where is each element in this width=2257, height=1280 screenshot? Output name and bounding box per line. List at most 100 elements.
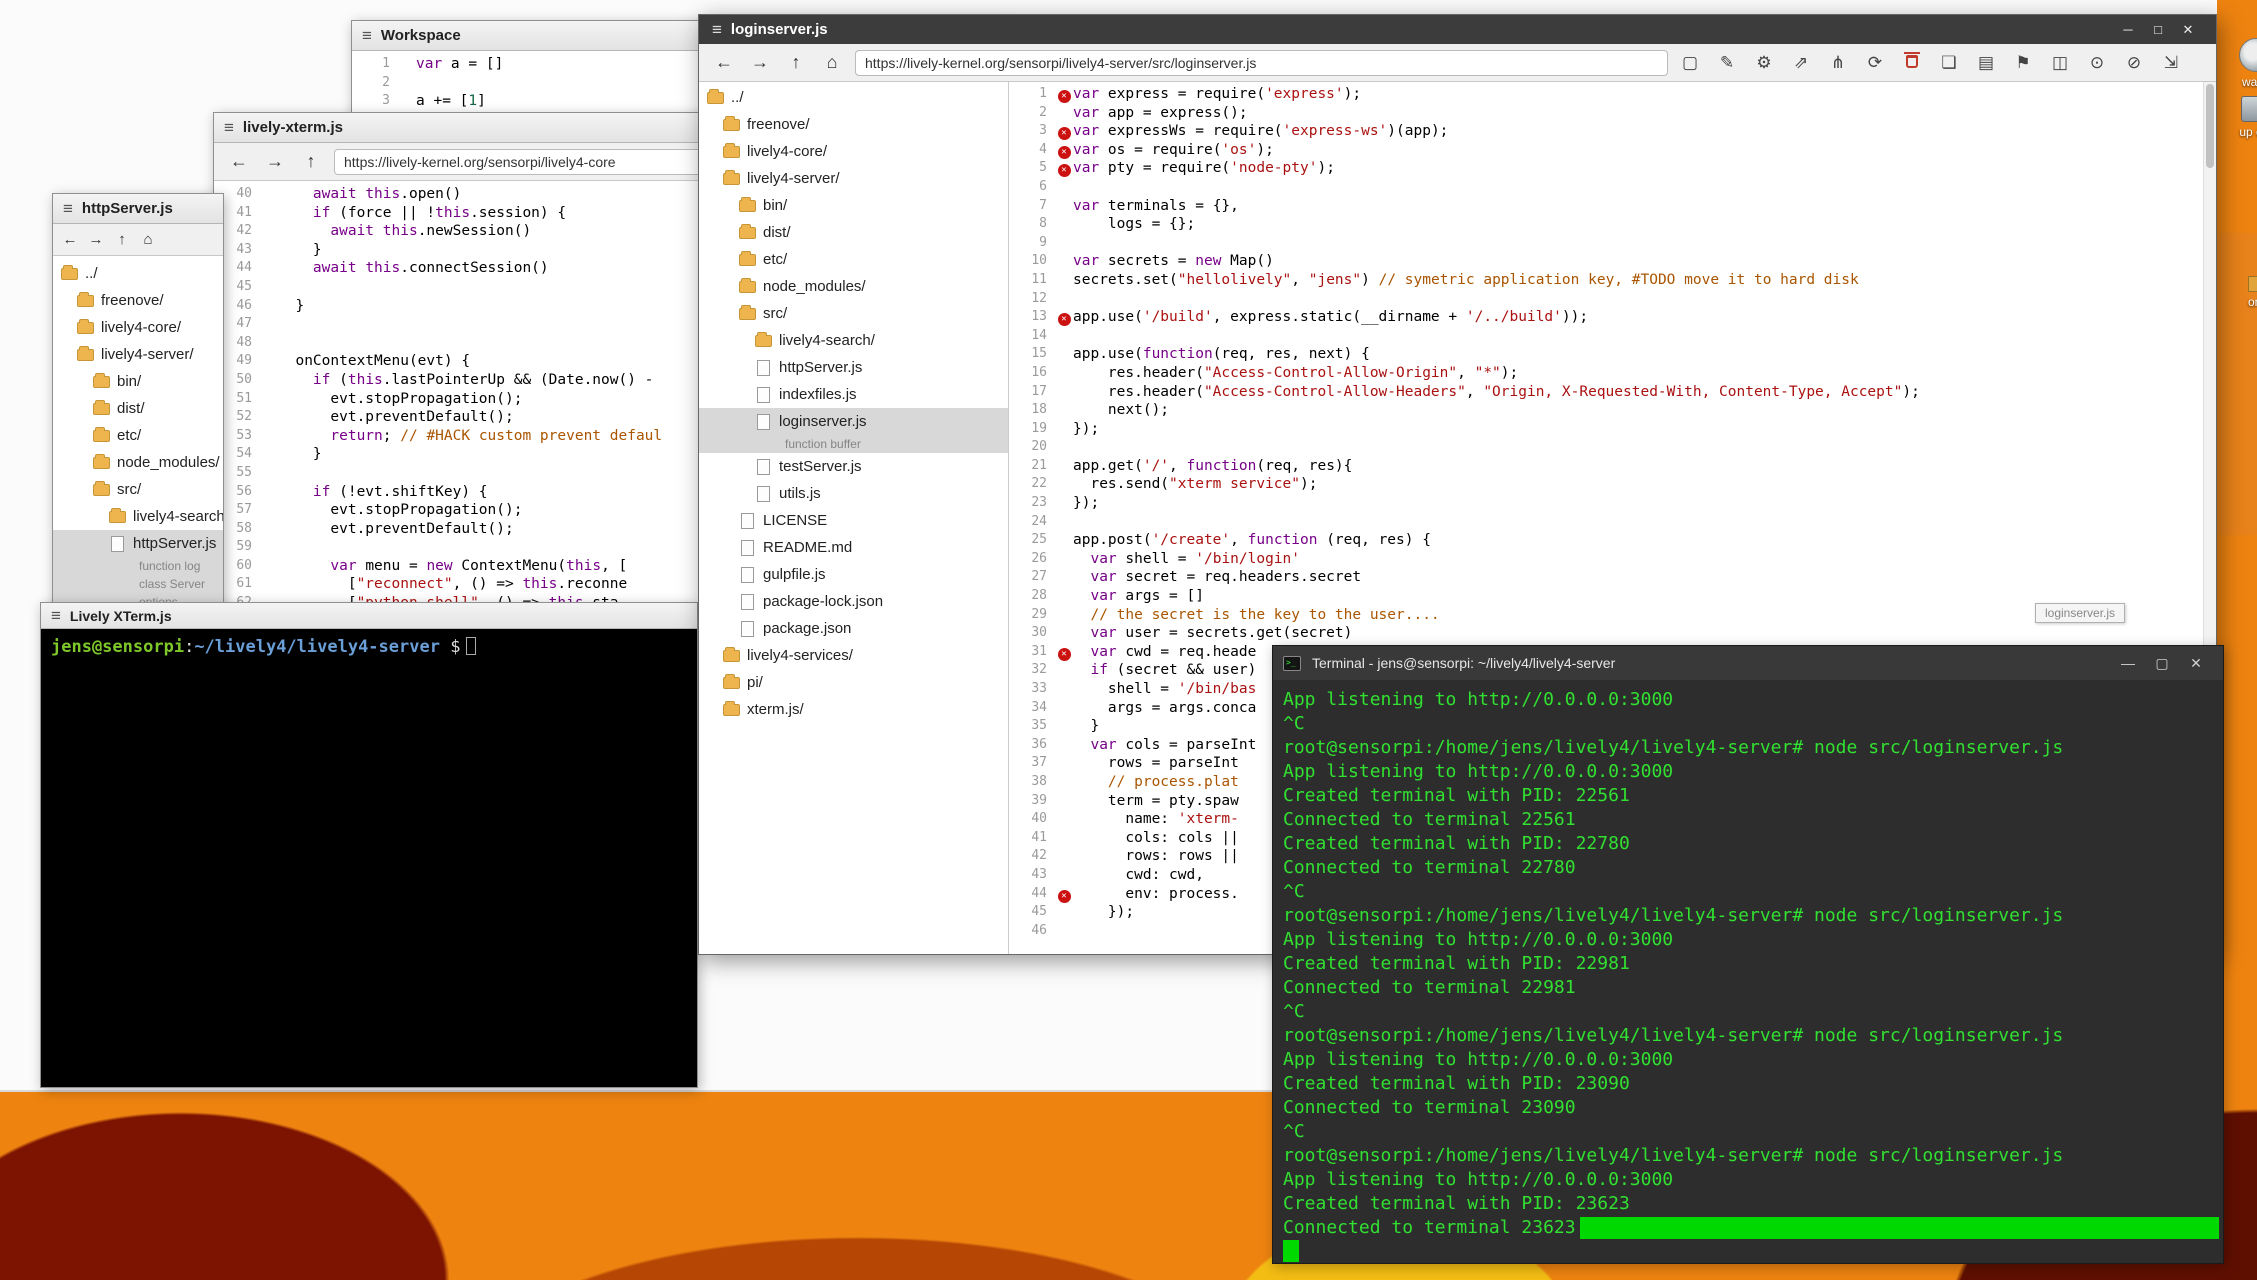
fullscreen-icon[interactable]: ⇲ — [2159, 53, 2183, 73]
tree-item[interactable]: indexfiles.js — [699, 381, 1008, 408]
terminal-titlebar[interactable]: Terminal - jens@sensorpi: ~/lively4/live… — [1273, 646, 2223, 680]
tree-item[interactable]: httpServer.js — [699, 354, 1008, 381]
tree-item[interactable]: lively4-core/ — [699, 138, 1008, 165]
flag-icon[interactable]: ⚑ — [2011, 53, 2035, 73]
tree-item[interactable]: lively4-server/ — [699, 165, 1008, 192]
menu-icon[interactable]: ≡ — [224, 118, 234, 138]
desktop-icon[interactable]: ong — [2226, 276, 2257, 309]
new-file-icon[interactable]: ❏ — [1937, 53, 1961, 73]
up-button[interactable]: ↑ — [298, 151, 324, 172]
open-external-icon[interactable]: ⇗ — [1789, 53, 1813, 73]
code-line[interactable]: 6 — [1009, 178, 2216, 197]
code-line[interactable]: 20 — [1009, 438, 2216, 457]
maximize-button[interactable]: □ — [2143, 22, 2173, 38]
code-line[interactable]: 5✕var pty = require('node-pty'); — [1009, 159, 2216, 178]
code-line[interactable]: 11secrets.set("hellolively", "jens") // … — [1009, 271, 2216, 290]
tree-item[interactable]: httpServer.js — [53, 530, 223, 557]
trash-icon[interactable] — [1900, 53, 1924, 73]
tree-item[interactable]: lively4-server/ — [53, 341, 223, 368]
tree-item[interactable]: README.md — [699, 534, 1008, 561]
eye-icon[interactable]: ⊙ — [2085, 53, 2109, 73]
tree-item[interactable]: dist/ — [53, 395, 223, 422]
code-line[interactable]: 21app.get('/', function(req, res){ — [1009, 457, 2216, 476]
code-line[interactable]: 23}); — [1009, 494, 2216, 513]
tree-item[interactable]: node_modules/ — [53, 449, 223, 476]
code-line[interactable]: 13✕app.use('/build', express.static(__di… — [1009, 308, 2216, 327]
tree-item[interactable]: freenove/ — [699, 111, 1008, 138]
tree-item[interactable]: testServer.js — [699, 453, 1008, 480]
tree-item[interactable]: bin/ — [699, 192, 1008, 219]
lively-xterm-terminal-titlebar[interactable]: ≡ Lively XTerm.js — [41, 603, 697, 629]
tree-item[interactable]: package-lock.json — [699, 588, 1008, 615]
menu-icon[interactable]: ≡ — [362, 26, 372, 46]
tree-item[interactable]: loginserver.js — [699, 408, 1008, 435]
tree-item[interactable]: xterm.js/ — [699, 696, 1008, 723]
back-button[interactable]: ← — [61, 231, 79, 248]
code-line[interactable]: 8 logs = {}; — [1009, 215, 2216, 234]
code-line[interactable]: 24 — [1009, 513, 2216, 532]
forward-button[interactable]: → — [262, 151, 288, 172]
forward-button[interactable]: → — [747, 52, 773, 73]
menu-icon[interactable]: ≡ — [63, 199, 73, 219]
code-line[interactable]: 30 var user = secrets.get(secret) — [1009, 624, 2216, 643]
code-line[interactable]: 12 — [1009, 290, 2216, 309]
folder-icon[interactable]: ▤ — [1974, 53, 1998, 73]
loginserver-titlebar[interactable]: ≡ loginserver.js ─ □ ✕ — [699, 15, 2216, 44]
httpserver-titlebar[interactable]: ≡ httpServer.js — [53, 194, 223, 224]
desktop-icon[interactable]: wase — [2224, 38, 2257, 89]
code-line[interactable]: 19}); — [1009, 420, 2216, 439]
code-line[interactable]: 17 res.header("Access-Control-Allow-Head… — [1009, 383, 2216, 402]
up-button[interactable]: ↑ — [783, 52, 809, 73]
code-line[interactable]: 18 next(); — [1009, 401, 2216, 420]
refresh-icon[interactable]: ⟳ — [1863, 53, 1887, 73]
forward-button[interactable]: → — [87, 231, 105, 248]
tree-item[interactable]: ../ — [53, 260, 223, 287]
code-line[interactable]: 9 — [1009, 234, 2216, 253]
gears-icon[interactable]: ⚙ — [1752, 53, 1776, 73]
close-button[interactable]: ✕ — [2179, 655, 2213, 672]
terminal-screen[interactable]: jens@sensorpi:~/lively4/lively4-server $ — [41, 629, 697, 1088]
back-button[interactable]: ← — [226, 151, 252, 172]
checkbox-icon[interactable]: ▢ — [1678, 53, 1702, 73]
home-button[interactable]: ⌂ — [819, 52, 845, 73]
tree-item[interactable]: package.json — [699, 615, 1008, 642]
tree-sub-item[interactable]: function buffer — [699, 435, 1008, 453]
maximize-button[interactable]: ▢ — [2145, 655, 2179, 672]
close-button[interactable]: ✕ — [2173, 22, 2203, 38]
code-line[interactable]: 4✕var os = require('os'); — [1009, 141, 2216, 160]
back-button[interactable]: ← — [711, 52, 737, 73]
tree-item[interactable]: pi/ — [699, 669, 1008, 696]
minimize-button[interactable]: — — [2111, 655, 2145, 672]
desktop-icon[interactable]: up dat — [2224, 96, 2257, 139]
tree-item[interactable]: lively4-search/ — [699, 327, 1008, 354]
tree-item[interactable]: lively4-core/ — [53, 314, 223, 341]
scrollbar-thumb[interactable] — [2206, 84, 2214, 168]
tree-sub-item[interactable]: function log — [53, 557, 223, 575]
tree-item[interactable]: ../ — [699, 84, 1008, 111]
tree-item[interactable]: etc/ — [53, 422, 223, 449]
tree-item[interactable]: node_modules/ — [699, 273, 1008, 300]
code-line[interactable]: 25app.post('/create', function (req, res… — [1009, 531, 2216, 550]
menu-icon[interactable]: ≡ — [712, 20, 722, 40]
tree-item[interactable]: src/ — [699, 300, 1008, 327]
code-line[interactable]: 3✕var expressWs = require('express-ws')(… — [1009, 122, 2216, 141]
terminal-screen[interactable]: App listening to http://0.0.0.0:3000^Cro… — [1273, 680, 2223, 1264]
code-line[interactable]: 27 var secret = req.headers.secret — [1009, 568, 2216, 587]
tree-item[interactable]: lively4-services/ — [699, 642, 1008, 669]
tree-item[interactable]: lively4-search — [53, 503, 223, 530]
graph-icon[interactable]: ⋔ — [1826, 53, 1850, 73]
minimize-button[interactable]: ─ — [2113, 22, 2143, 38]
code-line[interactable]: 15app.use(function(req, res, next) { — [1009, 345, 2216, 364]
code-line[interactable]: 26 var shell = '/bin/login' — [1009, 550, 2216, 569]
cancel-icon[interactable]: ⊘ — [2122, 53, 2146, 73]
code-line[interactable]: 1✕var express = require('express'); — [1009, 85, 2216, 104]
url-input[interactable] — [855, 50, 1668, 76]
tree-item[interactable]: bin/ — [53, 368, 223, 395]
code-line[interactable]: 22 res.send("xterm service"); — [1009, 475, 2216, 494]
menu-icon[interactable]: ≡ — [51, 606, 61, 626]
up-button[interactable]: ↑ — [113, 231, 131, 248]
tree-item[interactable]: src/ — [53, 476, 223, 503]
tree-item[interactable]: freenove/ — [53, 287, 223, 314]
code-line[interactable]: 14 — [1009, 327, 2216, 346]
home-button[interactable]: ⌂ — [139, 231, 157, 248]
